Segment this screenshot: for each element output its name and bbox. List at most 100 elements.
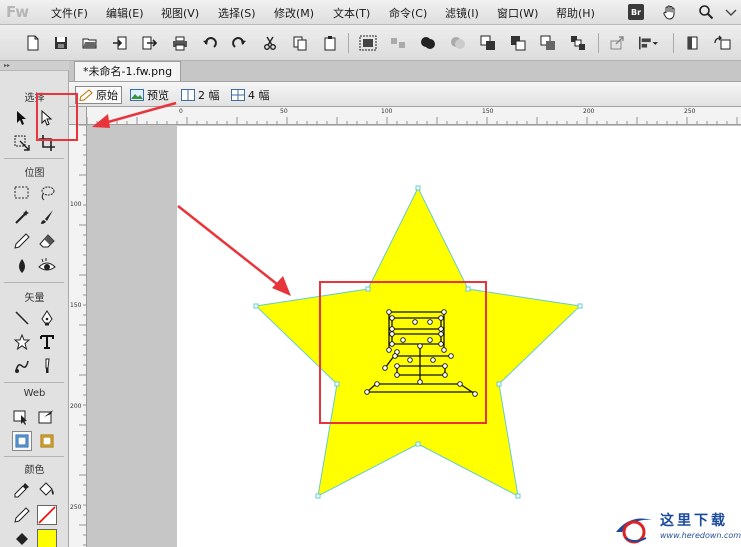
document-tab[interactable]: *未命名-1.fw.png [74, 61, 182, 81]
menu-commands[interactable]: 命令(C) [389, 5, 427, 21]
eye-icon [38, 258, 56, 271]
horizontal-ruler-ticks [87, 117, 738, 124]
slice-tool[interactable] [37, 407, 57, 427]
fill-color-tool[interactable] [12, 529, 32, 547]
print-button[interactable] [170, 33, 190, 53]
menu-file[interactable]: 文件(F) [51, 5, 88, 21]
red-eye-tool[interactable] [37, 256, 57, 276]
bring-to-front-button[interactable] [478, 33, 498, 53]
rotate-button[interactable] [683, 33, 703, 53]
section-divider [4, 158, 64, 159]
menu-edit[interactable]: 编辑(E) [106, 5, 144, 21]
document-area: *未命名-1.fw.png 原始 预览 2 幅 4 幅 0 50 100 150… [69, 61, 741, 547]
horizontal-ruler[interactable]: 0 50 100 150 200 250 [87, 107, 741, 125]
subselection-tool[interactable] [37, 108, 57, 128]
join-icon [421, 37, 435, 49]
menu-window[interactable]: 窗口(W) [497, 5, 538, 21]
pointer-tool[interactable] [12, 108, 32, 128]
show-slices-button[interactable] [12, 431, 32, 451]
export-button[interactable] [139, 33, 159, 53]
app-logo: Fw [6, 3, 29, 21]
section-web-label: Web [23, 388, 46, 399]
bring-forward-icon [511, 36, 526, 51]
section-select-label: 选择 [24, 93, 45, 104]
freeform-tool[interactable] [12, 356, 32, 376]
section-divider [4, 282, 64, 283]
flip-button[interactable] [712, 33, 732, 53]
copy-button[interactable] [290, 33, 310, 53]
knife-tool[interactable] [37, 356, 57, 376]
brush-tool[interactable] [37, 207, 57, 227]
bridge-icon: Br [628, 4, 644, 20]
stroke-color-swatch[interactable] [37, 505, 57, 525]
paint-bucket-tool[interactable] [37, 480, 57, 500]
hide-slices-button[interactable] [37, 431, 57, 451]
menu-help[interactable]: 帮助(H) [556, 5, 595, 21]
share-button[interactable] [607, 33, 627, 53]
blur-tool[interactable] [12, 256, 32, 276]
menu-text[interactable]: 文本(T) [333, 5, 370, 21]
tab-preview[interactable]: 预览 [127, 86, 172, 104]
document-canvas[interactable] [177, 126, 741, 547]
panel-collapse-grip[interactable]: ▸▸ [0, 61, 69, 71]
open-folder-icon [82, 38, 97, 49]
clipboard-icon [324, 36, 336, 51]
tab-original-label: 原始 [96, 89, 118, 102]
cut-button[interactable] [260, 33, 280, 53]
import-button[interactable] [110, 33, 130, 53]
join-button[interactable] [418, 33, 438, 53]
panel-options-button[interactable] [722, 3, 740, 21]
group-button[interactable] [358, 33, 378, 53]
ungroup-button[interactable] [388, 33, 408, 53]
watermark-url: www.heredown.com [660, 531, 741, 540]
bring-forward-button[interactable] [508, 33, 528, 53]
tab-4-up[interactable]: 4 幅 [228, 86, 273, 104]
menu-view[interactable]: 视图(V) [161, 5, 199, 21]
undo-button[interactable] [200, 33, 220, 53]
crop-tool[interactable] [37, 133, 57, 153]
eyedropper-tool[interactable] [12, 480, 32, 500]
line-tool[interactable] [12, 308, 32, 328]
zoom-tool-button[interactable] [697, 3, 715, 21]
copy-icon [293, 36, 307, 51]
hotspot-tool[interactable] [12, 407, 32, 427]
section-divider [4, 456, 64, 457]
menu-select[interactable]: 选择(S) [218, 5, 256, 21]
stroke-color-tool[interactable] [12, 505, 32, 525]
menu-filters[interactable]: 滤镜(I) [445, 5, 479, 21]
vertical-ruler[interactable]: 100 150 200 250 [69, 125, 87, 547]
no-color-swatch-icon [38, 506, 56, 524]
stroke-pencil-icon [14, 507, 30, 523]
paste-button[interactable] [320, 33, 340, 53]
tab-2-up[interactable]: 2 幅 [178, 86, 223, 104]
tab-original[interactable]: 原始 [75, 86, 122, 104]
paint-bucket-icon [39, 482, 54, 496]
group-icon [359, 35, 377, 51]
menu-bar: Fw 文件(F) 编辑(E) 视图(V) 选择(S) 修改(M) 文本(T) 命… [0, 0, 741, 25]
slice-hide-icon [40, 434, 54, 448]
marquee-tool[interactable] [12, 183, 32, 203]
new-button[interactable] [23, 33, 43, 53]
shape-tool[interactable] [12, 332, 32, 352]
save-button[interactable] [51, 33, 71, 53]
split-button[interactable] [448, 33, 468, 53]
pen-tool[interactable] [37, 308, 57, 328]
menu-modify[interactable]: 修改(M) [274, 5, 314, 21]
ruler-top-label: 200 [583, 108, 595, 115]
bridge-button[interactable]: Br [627, 3, 645, 21]
open-button[interactable] [80, 33, 100, 53]
send-backward-button[interactable] [538, 33, 558, 53]
send-to-back-button[interactable] [568, 33, 588, 53]
fill-color-swatch[interactable] [37, 529, 57, 547]
magic-wand-tool[interactable] [12, 207, 32, 227]
hand-tool-button[interactable] [661, 3, 679, 21]
two-up-icon [181, 89, 195, 101]
scale-tool[interactable] [12, 133, 32, 153]
redo-button[interactable] [229, 33, 249, 53]
pencil-tool[interactable] [12, 231, 32, 251]
text-tool[interactable] [37, 332, 57, 352]
lasso-tool[interactable] [37, 183, 57, 203]
eraser-tool[interactable] [37, 231, 57, 251]
export-icon [142, 36, 157, 50]
align-dropdown-button[interactable] [638, 33, 658, 53]
